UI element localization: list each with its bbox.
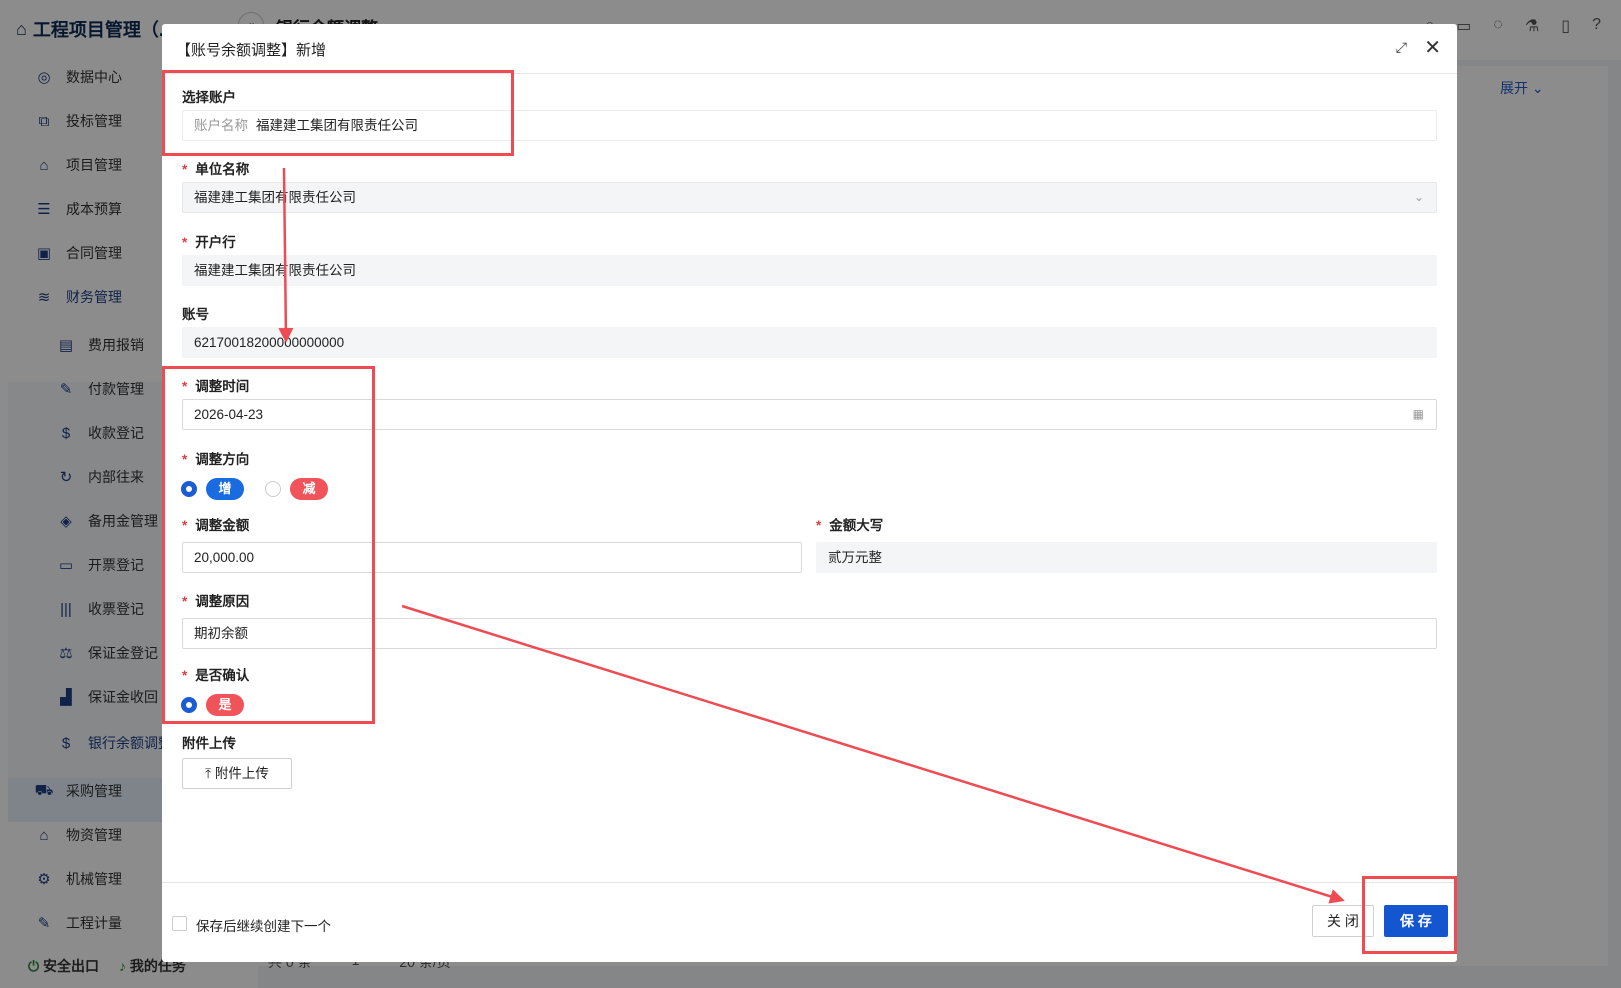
chevron-down-icon: ⌄ <box>1413 190 1424 204</box>
maximize-icon[interactable]: ⤢ <box>1396 39 1407 56</box>
annotation-box-account <box>162 70 514 156</box>
modal-header: 【账号余额调整】新增 ⤢ ✕ <box>162 24 1457 74</box>
unit-name-select[interactable]: 福建建工集团有限责任公司 ⌄ <box>182 182 1437 213</box>
continue-create-checkbox[interactable] <box>172 916 187 931</box>
attachment-label: 附件上传 <box>182 736 236 751</box>
bank-label: * 开户行 <box>182 235 236 250</box>
annotation-box-fields <box>162 366 375 724</box>
amount-upper-label: * 金额大写 <box>816 518 884 533</box>
continue-create-label[interactable]: 保存后继续创建下一个 <box>196 915 331 935</box>
account-no-field: 62170018200000000000 <box>182 327 1437 358</box>
close-icon[interactable]: ✕ <box>1424 35 1441 60</box>
calendar-icon[interactable]: ▦ <box>1413 400 1424 429</box>
annotation-box-save <box>1362 876 1457 954</box>
unit-name-label: * 单位名称 <box>182 162 250 177</box>
amount-upper-field: 贰万元整 <box>816 542 1437 573</box>
upload-icon: ⤒ <box>205 766 212 781</box>
account-no-label: 账号 <box>182 307 209 322</box>
upload-button[interactable]: ⤒ 附件上传 <box>182 758 292 789</box>
modal-footer: 保存后继续创建下一个 关 闭 保 存 <box>162 882 1457 962</box>
bank-field: 福建建工集团有限责任公司 <box>182 255 1437 286</box>
modal-title: 【账号余额调整】新增 <box>176 42 327 59</box>
